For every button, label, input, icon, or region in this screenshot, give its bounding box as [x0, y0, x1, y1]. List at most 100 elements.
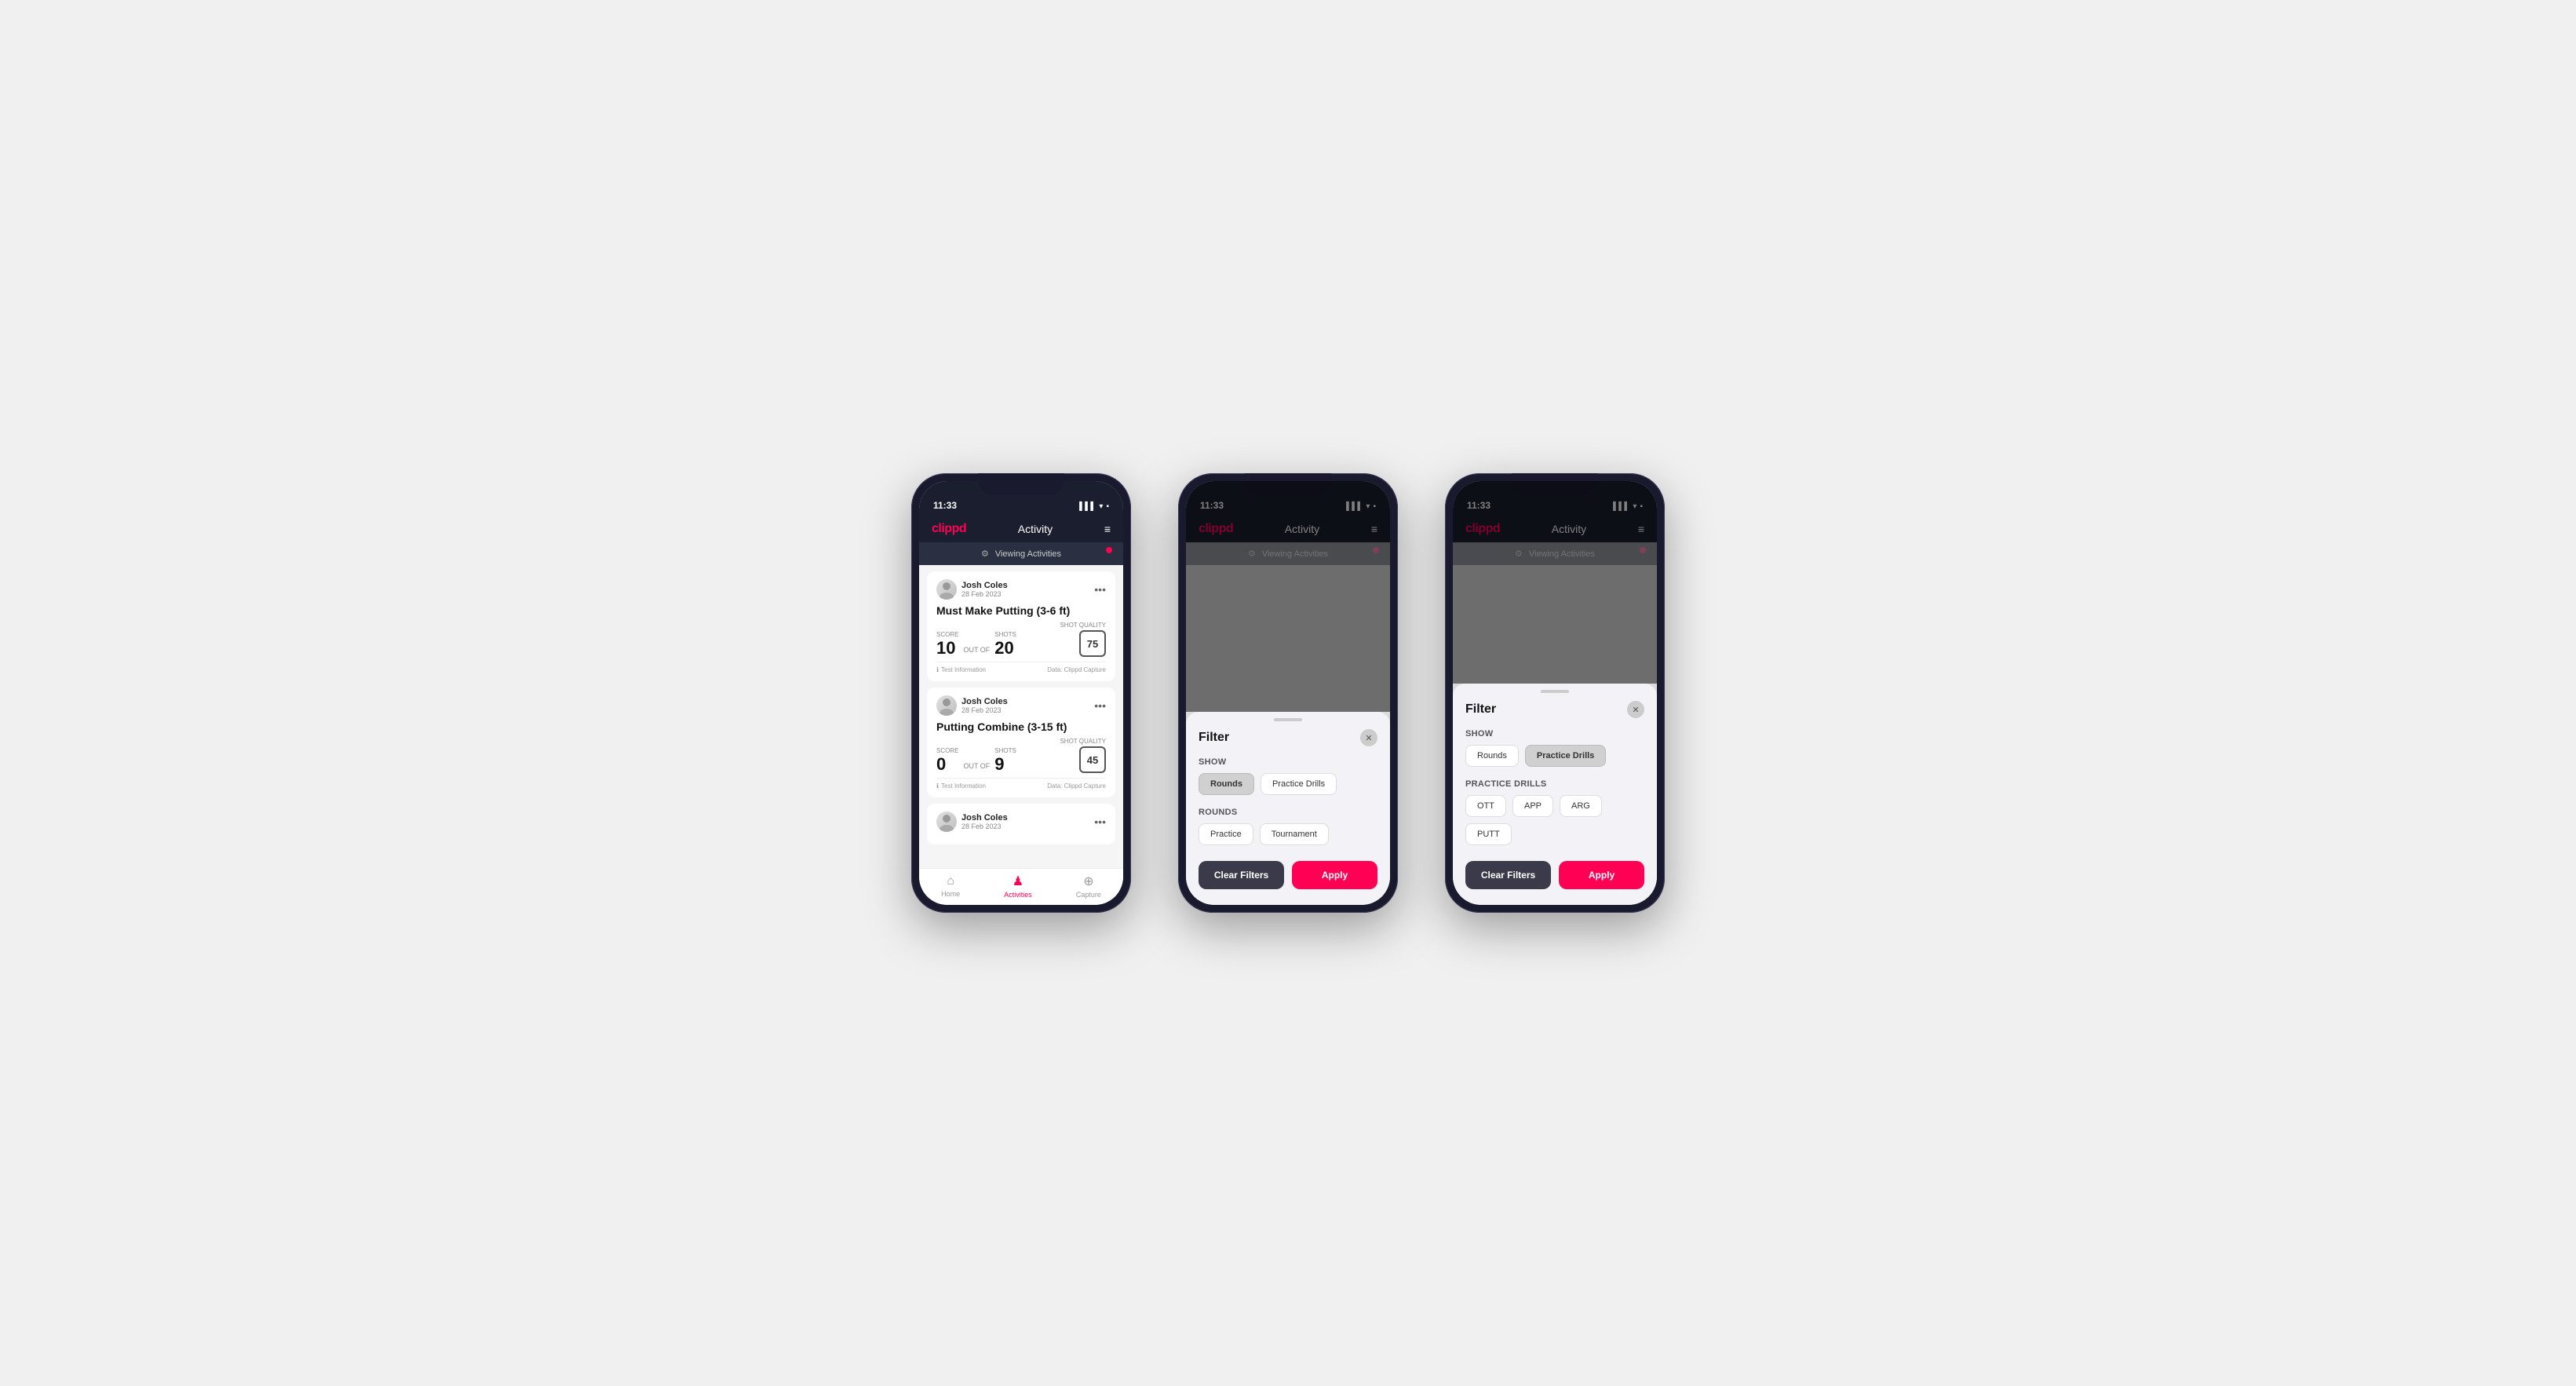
user-meta-3: Josh Coles 28 Feb 2023	[961, 813, 1008, 830]
viewing-bar-text-1: Viewing Activities	[995, 549, 1061, 559]
shots-stat-1: Shots 20	[994, 631, 1016, 657]
phone-1-screen: 11:33 ▌▌▌ ▾ ▪ clippd Activity ≡ ⚙ Viewin…	[919, 481, 1123, 905]
card-footer-1: ℹ Test Information Data: Clippd Capture	[936, 662, 1106, 673]
header-title-1: Activity	[1018, 523, 1053, 535]
filter-title-3: Filter	[1465, 702, 1496, 717]
drill-arg-btn[interactable]: ARG	[1560, 795, 1602, 817]
wifi-icon: ▾	[1099, 502, 1103, 511]
score-value-1: 10	[936, 640, 958, 657]
phone-2-screen: 11:33 ▌▌▌ ▾ ▪ clippd Activity ≡ ⚙ Viewin…	[1186, 481, 1390, 905]
sheet-header-3: Filter ✕	[1453, 693, 1657, 724]
drills-section-3: Practice Drills OTT APP ARG PUTT	[1453, 775, 1657, 853]
show-rounds-btn-3[interactable]: Rounds	[1465, 745, 1519, 767]
sheet-actions-2: Clear Filters Apply	[1186, 853, 1390, 889]
drill-ott-btn[interactable]: OTT	[1465, 795, 1506, 817]
overlay-dim-3	[1453, 481, 1657, 684]
footer-data-1: Data: Clippd Capture	[1047, 666, 1106, 673]
sheet-actions-3: Clear Filters Apply	[1453, 853, 1657, 889]
show-rounds-btn-2[interactable]: Rounds	[1199, 773, 1254, 795]
stats-row-1: Score 10 OUT OF Shots 20 Shot Quality 75	[936, 622, 1106, 657]
clear-filters-btn-2[interactable]: Clear Filters	[1199, 861, 1284, 889]
show-label-2: Show	[1199, 757, 1377, 767]
nav-capture-1[interactable]: ⊕ Capture	[1076, 874, 1101, 899]
phone-3-screen: 11:33 ▌▌▌ ▾ ▪ clippd Activity ≡ ⚙ Viewin…	[1453, 481, 1657, 905]
avatar-2	[936, 695, 957, 716]
status-time-1: 11:33	[933, 500, 957, 511]
card-header-3: Josh Coles 28 Feb 2023 •••	[936, 812, 1106, 832]
clear-filters-btn-3[interactable]: Clear Filters	[1465, 861, 1551, 889]
user-date-3: 28 Feb 2023	[961, 822, 1008, 830]
more-options-3[interactable]: •••	[1094, 815, 1106, 828]
user-info-3: Josh Coles 28 Feb 2023	[936, 812, 1008, 832]
card-header-1: Josh Coles 28 Feb 2023 •••	[936, 579, 1106, 600]
menu-icon-1[interactable]: ≡	[1104, 523, 1111, 535]
status-icons-1: ▌▌▌ ▾ ▪	[1079, 502, 1109, 511]
home-icon: ⌂	[947, 874, 954, 888]
phone-3: 11:33 ▌▌▌ ▾ ▪ clippd Activity ≡ ⚙ Viewin…	[1445, 473, 1665, 913]
home-label: Home	[941, 890, 960, 898]
footer-info-2: ℹ Test Information	[936, 782, 986, 790]
nav-activities-1[interactable]: ♟ Activities	[1004, 874, 1032, 899]
phone-2: 11:33 ▌▌▌ ▾ ▪ clippd Activity ≡ ⚙ Viewin…	[1178, 473, 1398, 913]
show-buttons-3: Rounds Practice Drills	[1465, 745, 1644, 767]
shot-quality-stat-2: Shot Quality 45	[1060, 738, 1106, 773]
signal-icon: ▌▌▌	[1079, 502, 1096, 511]
user-name-2: Josh Coles	[961, 697, 1008, 706]
avatar-1	[936, 579, 957, 600]
score-stat-1: Score 10	[936, 631, 958, 657]
shots-value-1: 20	[994, 640, 1016, 657]
sheet-header-2: Filter ✕	[1186, 721, 1390, 753]
nav-home-1[interactable]: ⌂ Home	[941, 874, 960, 898]
user-name-1: Josh Coles	[961, 581, 1008, 590]
card-title-1: Must Make Putting (3-6 ft)	[936, 604, 1106, 617]
close-filter-3[interactable]: ✕	[1627, 701, 1644, 718]
rounds-section-2: Rounds Practice Tournament	[1186, 803, 1390, 853]
shot-quality-badge-2: 45	[1079, 746, 1106, 773]
show-drills-btn-2[interactable]: Practice Drills	[1261, 773, 1337, 795]
footer-data-2: Data: Clippd Capture	[1047, 782, 1106, 790]
filter-overlay-3: Filter ✕ Show Rounds Practice Drills Pra…	[1453, 481, 1657, 905]
user-meta-1: Josh Coles 28 Feb 2023	[961, 581, 1008, 598]
avatar-3	[936, 812, 957, 832]
drill-app-btn[interactable]: APP	[1512, 795, 1553, 817]
phones-container: 11:33 ▌▌▌ ▾ ▪ clippd Activity ≡ ⚙ Viewin…	[911, 473, 1665, 913]
drill-putt-btn[interactable]: PUTT	[1465, 823, 1512, 845]
capture-label: Capture	[1076, 891, 1101, 899]
show-section-2: Show Rounds Practice Drills	[1186, 753, 1390, 803]
more-options-1[interactable]: •••	[1094, 583, 1106, 596]
rounds-tournament-btn-2[interactable]: Tournament	[1260, 823, 1329, 845]
rounds-buttons-2: Practice Tournament	[1199, 823, 1377, 845]
info-icon-1: ℹ	[936, 666, 939, 673]
viewing-bar-1[interactable]: ⚙ Viewing Activities	[919, 542, 1123, 565]
footer-info-1: ℹ Test Information	[936, 666, 986, 673]
filter-title-2: Filter	[1199, 731, 1229, 745]
filter-sheet-3: Filter ✕ Show Rounds Practice Drills Pra…	[1453, 684, 1657, 905]
show-buttons-2: Rounds Practice Drills	[1199, 773, 1377, 795]
info-icon-2: ℹ	[936, 782, 939, 790]
user-meta-2: Josh Coles 28 Feb 2023	[961, 697, 1008, 714]
show-section-3: Show Rounds Practice Drills	[1453, 724, 1657, 775]
activity-card-3: Josh Coles 28 Feb 2023 •••	[927, 804, 1115, 844]
shot-quality-stat-1: Shot Quality 75	[1060, 622, 1106, 657]
app-header-1: clippd Activity ≡	[919, 516, 1123, 542]
out-of-1: OUT OF	[963, 646, 990, 654]
show-label-3: Show	[1465, 729, 1644, 739]
close-filter-2[interactable]: ✕	[1360, 729, 1377, 746]
overlay-dim-2	[1186, 481, 1390, 712]
more-options-2[interactable]: •••	[1094, 699, 1106, 712]
score-stat-2: Score 0	[936, 747, 958, 773]
activities-icon: ♟	[1013, 874, 1023, 889]
apply-btn-3[interactable]: Apply	[1559, 861, 1644, 889]
rounds-practice-btn-2[interactable]: Practice	[1199, 823, 1253, 845]
capture-icon: ⊕	[1083, 874, 1093, 889]
user-date-2: 28 Feb 2023	[961, 706, 1008, 714]
apply-btn-2[interactable]: Apply	[1292, 861, 1377, 889]
activity-list: Josh Coles 28 Feb 2023 ••• Must Make Put…	[919, 565, 1123, 868]
card-title-2: Putting Combine (3-15 ft)	[936, 720, 1106, 733]
show-drills-btn-3[interactable]: Practice Drills	[1525, 745, 1606, 767]
notch	[978, 473, 1064, 495]
stats-row-2: Score 0 OUT OF Shots 9 Shot Quality 45	[936, 738, 1106, 773]
logo-1: clippd	[932, 522, 966, 536]
card-header-2: Josh Coles 28 Feb 2023 •••	[936, 695, 1106, 716]
bottom-nav-1: ⌂ Home ♟ Activities ⊕ Capture	[919, 868, 1123, 905]
